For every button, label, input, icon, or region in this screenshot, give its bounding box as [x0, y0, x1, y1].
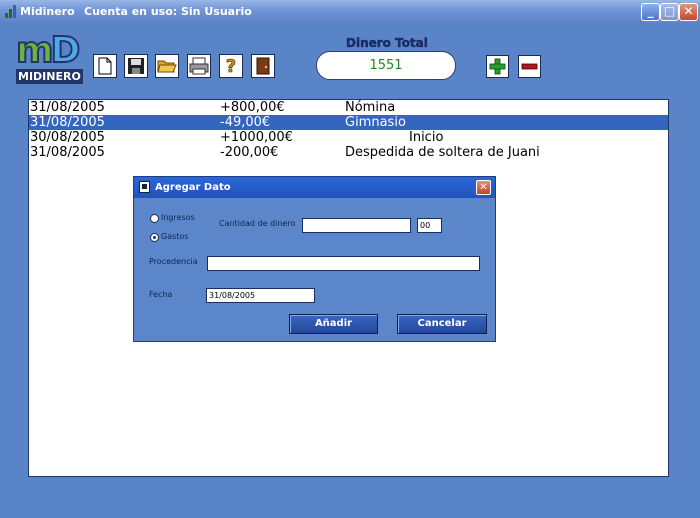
table-row[interactable]: 30/08/2005 +1000,00€ Inicio — [29, 130, 668, 145]
cents-input[interactable]: 00 — [417, 218, 442, 233]
print-icon — [189, 57, 209, 75]
amount-label: Cantidad de dinero — [219, 219, 296, 228]
entry-date: 31/08/2005 — [30, 100, 105, 115]
minimize-button[interactable]: _ — [641, 3, 660, 21]
app-logo: mD MIDINERO — [15, 29, 83, 86]
origin-label: Procedencia — [149, 257, 198, 266]
add-button[interactable]: Añadir — [289, 314, 378, 334]
entry-description: Despedida de soltera de Juani — [345, 145, 540, 160]
entry-amount: -49,00€ — [220, 115, 271, 130]
new-document-button[interactable] — [93, 54, 117, 78]
total-value: 1551 — [316, 51, 456, 80]
print-button[interactable] — [187, 54, 211, 78]
add-entry-dialog: Agregar Dato ✕ Ingresos Gastos Cantidad … — [133, 176, 496, 342]
entry-description: Inicio — [409, 130, 444, 145]
table-row[interactable]: 31/08/2005 +800,00€ Nómina — [29, 100, 668, 115]
table-row[interactable]: 31/08/2005 -200,00€ Despedida de soltera… — [29, 145, 668, 160]
date-input[interactable]: 31/08/2005 — [206, 288, 315, 303]
amount-input[interactable] — [302, 218, 411, 233]
total-label: Dinero Total — [346, 36, 428, 51]
open-folder-icon — [157, 60, 177, 73]
title-bar: Midinero Cuenta en uso: Sin Usuario _ □ … — [0, 0, 700, 24]
radio-gastos[interactable] — [150, 233, 159, 242]
dialog-title: Agregar Dato — [155, 182, 231, 193]
entry-amount: +800,00€ — [220, 100, 285, 115]
help-button[interactable]: ? — [219, 54, 243, 78]
close-button[interactable]: ✕ — [679, 3, 698, 21]
cancel-button[interactable]: Cancelar — [397, 314, 487, 334]
save-button[interactable] — [124, 54, 148, 78]
open-folder-button[interactable] — [155, 54, 179, 78]
radio-gastos-label: Gastos — [161, 232, 189, 241]
account-status: Cuenta en uso: Sin Usuario — [84, 5, 252, 18]
entry-amount: -200,00€ — [220, 145, 279, 160]
table-row[interactable]: 31/08/2005 -49,00€ Gimnasio — [29, 115, 668, 130]
logo-letter-m: m — [15, 29, 54, 72]
save-icon — [128, 58, 144, 74]
dialog-title-bar: Agregar Dato ✕ — [134, 177, 495, 198]
new-document-icon — [98, 57, 112, 75]
entry-date: 31/08/2005 — [30, 115, 105, 130]
entry-description: Gimnasio — [345, 115, 406, 130]
logo-text: MIDINERO — [16, 69, 83, 84]
dialog-close-button[interactable]: ✕ — [476, 180, 491, 195]
app-icon — [5, 5, 19, 18]
logo-letter-d: D — [50, 29, 82, 72]
help-icon: ? — [225, 55, 237, 77]
exit-door-icon — [256, 57, 270, 75]
entry-date: 31/08/2005 — [30, 145, 105, 160]
radio-ingresos-label: Ingresos — [161, 213, 195, 222]
entry-amount: +1000,00€ — [220, 130, 293, 145]
maximize-button[interactable]: □ — [660, 3, 679, 21]
entry-description: Nómina — [345, 100, 396, 115]
window-title: Midinero — [20, 5, 75, 18]
minus-icon — [521, 63, 538, 70]
entry-date: 30/08/2005 — [30, 130, 105, 145]
exit-button[interactable] — [251, 54, 275, 78]
dialog-window-icon — [139, 181, 150, 193]
date-label: Fecha — [149, 290, 173, 299]
plus-icon — [489, 58, 506, 75]
add-entry-button[interactable] — [486, 55, 509, 78]
origin-input[interactable] — [207, 256, 480, 271]
radio-ingresos[interactable] — [150, 214, 159, 223]
remove-entry-button[interactable] — [518, 55, 541, 78]
